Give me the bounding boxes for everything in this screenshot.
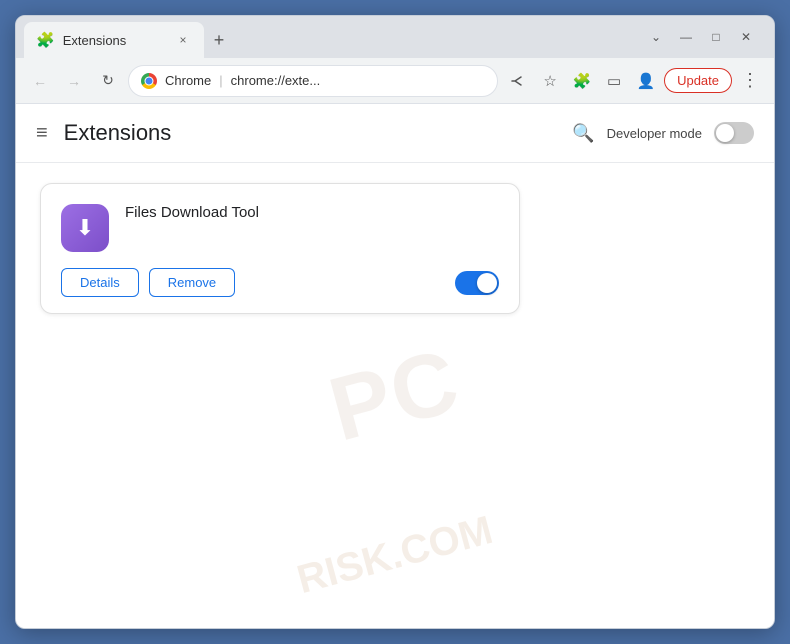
extension-name: Files Download Tool [125,204,499,221]
browser-toolbar: ← → ↻ Chrome | chrome://exte... ☆ 🧩 ▭ [16,58,774,104]
hamburger-menu-button[interactable]: ≡ [36,122,48,145]
extension-icon: ⬇ [61,204,109,252]
puzzle-icon: 🧩 [573,72,592,90]
card-bottom: Details Remove [61,268,499,297]
tab-puzzle-icon: 🧩 [36,31,55,49]
sidebar-button[interactable]: ▭ [600,67,628,95]
details-button[interactable]: Details [61,268,139,297]
extension-info: Files Download Tool [125,204,499,225]
sidebar-icon: ▭ [607,72,621,90]
active-tab[interactable]: 🧩 Extensions × [24,22,204,58]
page-content: ≡ Extensions 🔍 Developer mode PC RISK.CO… [16,104,774,628]
extension-enabled-toggle[interactable] [455,271,499,295]
browser-menu-button[interactable]: ⋮ [736,67,764,95]
extensions-button[interactable]: 🧩 [568,67,596,95]
back-icon: ← [33,73,47,89]
chrome-brand-label: Chrome [165,73,211,88]
chevron-down-button[interactable]: ⌄ [644,25,668,49]
forward-button[interactable]: → [60,67,88,95]
reload-icon: ↻ [102,72,114,89]
extensions-list: PC RISK.COM ⬇ Files Download Tool Detail… [16,163,774,628]
profile-icon: 👤 [637,72,656,90]
minimize-button[interactable]: — [674,25,698,49]
extensions-header: ≡ Extensions 🔍 Developer mode [16,104,774,163]
share-button[interactable] [504,67,532,95]
tab-title: Extensions [63,33,166,48]
header-right: 🔍 Developer mode [572,122,754,144]
remove-button[interactable]: Remove [149,268,235,297]
new-tab-button[interactable]: + [204,22,234,58]
watermark-pc: PC [319,329,470,462]
address-separator: | [219,73,222,88]
address-url: chrome://exte... [231,73,321,88]
search-icon[interactable]: 🔍 [572,123,594,144]
chrome-logo-icon [141,73,157,89]
back-button[interactable]: ← [26,67,54,95]
card-top: ⬇ Files Download Tool [61,204,499,252]
tab-area: 🧩 Extensions × + [24,16,636,58]
developer-mode-toggle[interactable] [714,122,754,144]
extension-card: ⬇ Files Download Tool Details Remove [40,183,520,314]
window-controls: ⌄ — □ ✕ [636,16,766,58]
tab-close-button[interactable]: × [174,31,192,49]
close-button[interactable]: ✕ [734,25,758,49]
developer-mode-label: Developer mode [607,126,702,141]
toolbar-icons: ☆ 🧩 ▭ 👤 Update ⋮ [504,67,764,95]
reload-button[interactable]: ↻ [94,67,122,95]
watermark-risk: RISK.COM [293,508,498,603]
download-arrow-icon: ⬇ [76,215,94,241]
maximize-button[interactable]: □ [704,25,728,49]
address-bar[interactable]: Chrome | chrome://exte... [128,65,498,97]
star-icon: ☆ [543,72,556,90]
browser-window: 🧩 Extensions × + ⌄ — □ ✕ ← → ↻ Chrome | … [15,15,775,629]
update-button[interactable]: Update [664,68,732,93]
profile-button[interactable]: 👤 [632,67,660,95]
forward-icon: → [67,73,81,89]
title-bar: 🧩 Extensions × + ⌄ — □ ✕ [16,16,774,58]
page-title: Extensions [64,120,573,146]
bookmark-button[interactable]: ☆ [536,67,564,95]
